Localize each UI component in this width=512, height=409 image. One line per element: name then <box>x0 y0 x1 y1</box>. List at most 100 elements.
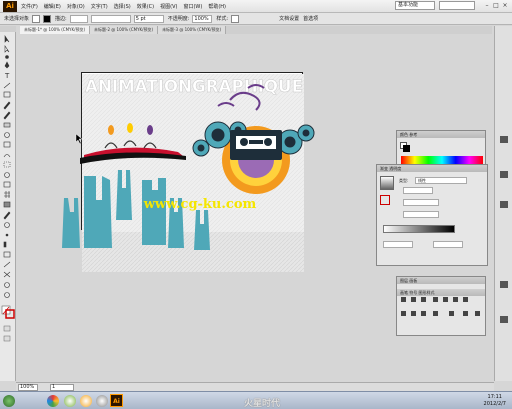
gradient-type-select[interactable]: 线性 <box>415 177 467 184</box>
gradient-dock-icon <box>500 201 508 208</box>
menu-help[interactable]: 帮助(H) <box>208 3 226 10</box>
clock[interactable]: 17:11 2012/2/7 <box>484 394 506 408</box>
dock-icons[interactable] <box>495 26 512 381</box>
color-dock-icon <box>500 136 508 143</box>
tools-panel: T <box>0 26 16 381</box>
menu-select[interactable]: 选择(S) <box>114 3 131 10</box>
opacity-label: 不透明度: <box>167 16 190 22</box>
app-icon[interactable] <box>64 395 76 407</box>
chrome-icon[interactable] <box>47 395 59 407</box>
artwork-headline: ANIMATIONGRAPHIQUE <box>85 77 303 97</box>
gradient-slider[interactable] <box>383 225 455 233</box>
tool-icons: T <box>0 26 16 342</box>
gradient-panel-tabs[interactable]: 渐变 透明度 <box>377 165 487 172</box>
document-tab[interactable]: 未标题-2 @ 100% (CMYK/预览) <box>90 26 159 34</box>
panel-icon-grid[interactable] <box>397 295 487 335</box>
gradient-stroke-field[interactable] <box>403 187 433 194</box>
gradient-type-label: 类型: <box>399 178 409 183</box>
swatches-dock-icon <box>500 171 508 178</box>
color-spectrum-bar[interactable] <box>401 156 483 164</box>
pen-tool-icon <box>4 61 10 69</box>
page-field[interactable]: 1 <box>50 383 74 391</box>
zoom-field[interactable]: 100% <box>18 383 38 391</box>
layers-panel-tabs[interactable]: 图层 画板 <box>397 277 485 284</box>
clock-time: 17:11 <box>487 394 502 400</box>
menu-window[interactable]: 窗口(W) <box>183 3 202 10</box>
rotate-tool-icon <box>4 132 10 138</box>
line-tool-icon <box>3 82 11 89</box>
illustrator-taskbar-icon[interactable]: Ai <box>110 394 123 407</box>
variable-width-field[interactable] <box>90 14 131 23</box>
slice-tool-icon <box>3 261 11 268</box>
menu-edit[interactable]: 编辑(E) <box>44 3 61 10</box>
start-button[interactable] <box>3 395 15 407</box>
hand-tool-icon <box>4 282 10 288</box>
control-bar: 未选择对象 描边: 5 pt 不透明度: 100% 样式: 文档设置 首选项 <box>0 13 512 25</box>
maximize-button[interactable]: □ <box>493 2 499 9</box>
taskbar: Ai 火星时代 17:11 2012/2/7 <box>0 391 512 409</box>
document-tab[interactable]: 未标题-3 @ 100% (CMYK/预览) <box>158 26 227 34</box>
search-input[interactable] <box>439 1 475 10</box>
app-icon[interactable] <box>96 395 108 407</box>
menu-type[interactable]: 文字(T) <box>91 3 108 10</box>
menu-effect[interactable]: 效果(C) <box>137 3 154 10</box>
free-transform-tool-icon <box>3 161 11 168</box>
right-dock <box>494 26 512 381</box>
scissors-tool-icon <box>3 271 11 278</box>
stroke-label: 描边: <box>55 16 67 22</box>
brush-field[interactable]: 5 pt <box>133 14 164 23</box>
drawing-mode-icon <box>3 325 11 332</box>
status-bar: 100% 1 <box>16 382 494 391</box>
scale-tool-icon <box>3 141 11 148</box>
document-tabs: 未标题-1* @ 100% (CMYK/预览) 未标题-2 @ 100% (CM… <box>20 26 492 34</box>
menu-object[interactable]: 对象(O) <box>67 3 85 10</box>
document-tab[interactable]: 未标题-1* @ 100% (CMYK/预览) <box>20 26 91 34</box>
gradient-opacity-field[interactable] <box>383 241 413 248</box>
preferences-button[interactable]: 首选项 <box>303 15 318 22</box>
stroke-swatch[interactable] <box>43 14 52 23</box>
eraser-tool-icon <box>3 122 11 128</box>
cassette-tape <box>230 130 282 160</box>
watermark-text: www.cg-ku.com <box>143 197 257 212</box>
minimize-button[interactable]: – <box>484 2 490 9</box>
color-panel: 颜色 参考 <box>396 130 486 167</box>
shape-builder-tool-icon <box>4 172 10 178</box>
artwork[interactable]: ANIMATIONGRAPHIQUE www.cg-ku.com <box>58 70 338 275</box>
gradient-preview-swatch[interactable] <box>380 176 394 190</box>
selection-tool-icon <box>4 35 10 43</box>
fill-swatch[interactable] <box>32 14 41 23</box>
type-tool-icon: T <box>4 72 10 80</box>
illustrator-logo: Ai <box>3 0 17 12</box>
taskbar-watermark: 火星时代 <box>244 399 281 409</box>
menu-bar: Ai 文件(F) 编辑(E) 对象(O) 文字(T) 选择(S) 效果(C) 视… <box>0 0 512 13</box>
pencil-tool-icon <box>3 111 11 120</box>
menu-file[interactable]: 文件(F) <box>21 3 38 10</box>
blend-tool-icon <box>4 222 10 228</box>
style-label: 样式: <box>216 16 229 22</box>
menu-view[interactable]: 视图(V) <box>160 3 177 10</box>
color-panel-tabs[interactable]: 颜色 参考 <box>397 131 485 138</box>
rectangle-tool-icon <box>3 91 11 98</box>
workspace-switcher[interactable]: 基本功能 <box>395 1 435 10</box>
gradient-angle-field[interactable] <box>403 199 439 206</box>
symbol-sprayer-tool-icon <box>5 233 9 237</box>
stroke-weight-field[interactable] <box>69 14 88 23</box>
cursor-icon <box>75 133 83 145</box>
gradient-aspect-field[interactable] <box>403 211 439 218</box>
perspective-grid-tool-icon <box>3 181 11 188</box>
reverse-gradient-icon[interactable] <box>380 195 390 205</box>
layers-panel: 图层 画板 画笔 符号 图形样式 <box>396 276 486 336</box>
color-stroke-swatch[interactable] <box>403 145 410 152</box>
close-button[interactable]: × <box>502 2 508 9</box>
mesh-tool-icon <box>4 191 10 198</box>
style-swatch[interactable] <box>231 14 240 23</box>
gradient-location-field[interactable] <box>433 241 463 248</box>
document-setup-button[interactable]: 文档设置 <box>279 15 299 22</box>
magic-wand-tool-icon <box>5 55 9 59</box>
app-icon[interactable] <box>80 395 92 407</box>
paintbrush-tool-icon <box>3 101 11 110</box>
column-graph-tool-icon <box>3 241 7 248</box>
symbols-dock-icon <box>500 316 508 323</box>
menu-bar-right: 基本功能 – □ × <box>395 1 508 10</box>
opacity-field[interactable]: 100% <box>192 14 213 23</box>
